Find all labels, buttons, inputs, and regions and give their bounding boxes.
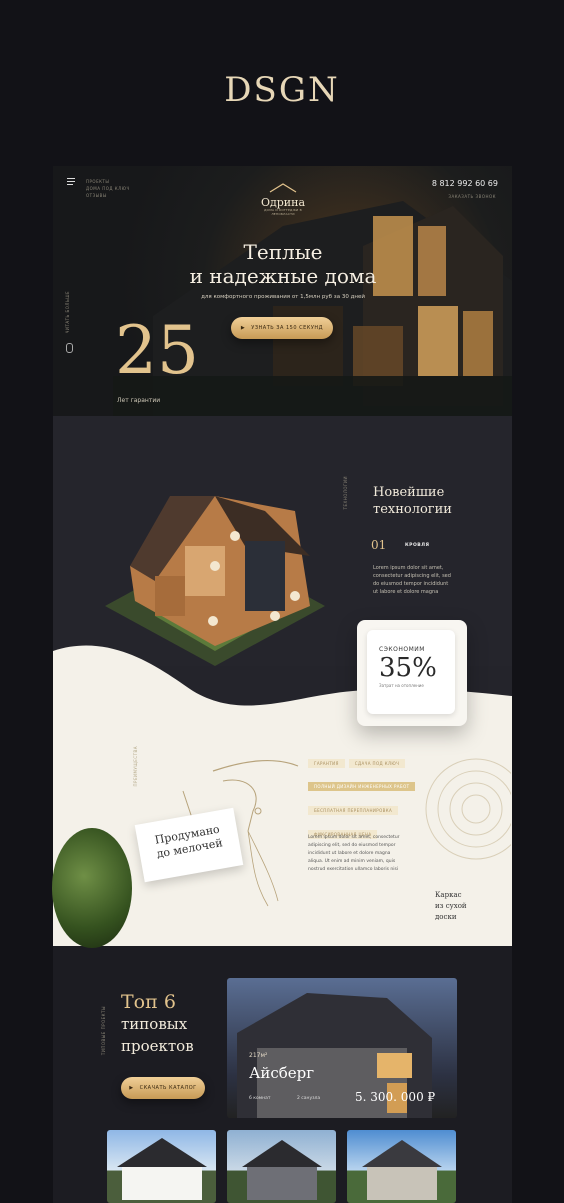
projects-section: ТИПОВЫЕ ПРОЕКТЫ Топ 6 типовых проектов ▶… [53,946,512,1203]
project-area: 217м² [249,1052,268,1059]
house-cutaway-illustration [105,496,325,666]
phone-number[interactable]: 8 812 992 60 69 [432,179,498,188]
logo-subtitle: ДОМА И КОТТЕДЖИ В ЛЕНОБЛАСТИ [264,208,302,216]
tech-title: Новейшие технологии [373,485,452,517]
frame-text: Каркас из сухой доски [435,891,467,921]
play-icon: ▶ [240,325,246,331]
house-thumb-image [117,1138,207,1200]
house-thumb-image [242,1140,322,1200]
menu-icon[interactable] [67,178,75,185]
warranty-label: Лет гарантии [117,397,161,404]
tech-index: 01 [371,538,387,552]
project-rooms: 6 комнат [249,1096,271,1101]
savings-card: СЭКОНОМИМ 35% Затрат на отопление [357,620,467,726]
project-baths: 2 санузла [297,1096,321,1101]
landing-page-frame: ПРОЕКТЫ ДОМА ПОД КЛЮЧ ОТЗЫВЫ Одрина ДОМА… [53,166,512,1203]
savings-label: СЭКОНОМИМ [379,646,425,653]
projects-title: Топ 6 типовых проектов [121,991,194,1055]
callback-link[interactable]: ЗАКАЗАТЬ ЗВОНОК [448,194,496,199]
project-thumb-3[interactable] [347,1130,456,1203]
hero-side-label: ЧИТАТЬ БОЛЬШЕ [65,291,70,334]
wood-rings-illustration [425,758,511,860]
details-side-label: ПРЕИМУЩЕСТВА [133,746,138,787]
download-icon: ▶ [129,1085,134,1091]
tree-decoration [52,828,132,948]
project-thumb-1[interactable] [107,1130,216,1203]
top-nav: ПРОЕКТЫ ДОМА ПОД КЛЮЧ ОТЗЫВЫ [86,178,130,199]
logo-name: Одрина [260,196,306,209]
nav-item[interactable]: ОТЗЫВЫ [86,192,130,199]
brand-logo: DSGN [224,70,340,110]
project-price: 5. 300. 000 ₽ [355,1090,436,1104]
projects-side-label: ТИПОВЫЕ ПРОЕКТЫ [101,1006,106,1056]
featured-project-card[interactable]: 217м² Айсберг 6 комнат 2 санузла 5. 300.… [227,978,457,1118]
scroll-mouse-icon [66,343,73,353]
hero-cta-button[interactable]: ▶ УЗНАТЬ ЗА 150 СЕКУНД [231,317,333,339]
tag-guarantee[interactable]: ГАРАНТИЯ [308,759,345,768]
nav-item[interactable]: ПРОЕКТЫ [86,178,130,185]
tag-turnkey[interactable]: СДАЧА ПОД КЛЮЧ [348,759,406,768]
warranty-number: 25 [115,312,199,389]
tag-free-replanning[interactable]: БЕСПЛАТНАЯ ПЕРЕПЛАНИРОВКА [308,806,399,815]
site-logo[interactable]: Одрина ДОМА И КОТТЕДЖИ В ЛЕНОБЛАСТИ [253,178,313,216]
hero-subtitle: для комфортного проживания от 1,5млн руб… [201,294,365,300]
tech-side-label: ТЕХНОЛОГИИ [343,476,348,510]
house-thumb-image [362,1140,442,1200]
savings-value: 35% [379,653,437,683]
tech-body: Lorem ipsum dolor sit amet, consectetur … [373,565,451,595]
project-thumb-2[interactable] [227,1130,336,1203]
tech-item-label: КРОВЛЯ [405,543,430,548]
house-roof-icon [269,183,297,193]
details-body: Lorem ipsum dolor sit amet, consectetur … [308,835,400,872]
hero-section: ПРОЕКТЫ ДОМА ПОД КЛЮЧ ОТЗЫВЫ Одрина ДОМА… [53,166,512,426]
download-catalog-button[interactable]: ▶ СКАЧАТЬ КАТАЛОГ [121,1077,205,1099]
nav-item[interactable]: ДОМА ПОД КЛЮЧ [86,185,130,192]
project-name: Айсберг [249,1064,315,1082]
savings-caption: Затрат на отопление [379,683,424,688]
hero-title: Теплые и надежные дома [189,240,377,288]
tag-engineering-design[interactable]: ПОЛНЫЙ ДИЗАЙН ИНЖЕНЕРНЫХ РАБОТ [308,782,416,791]
